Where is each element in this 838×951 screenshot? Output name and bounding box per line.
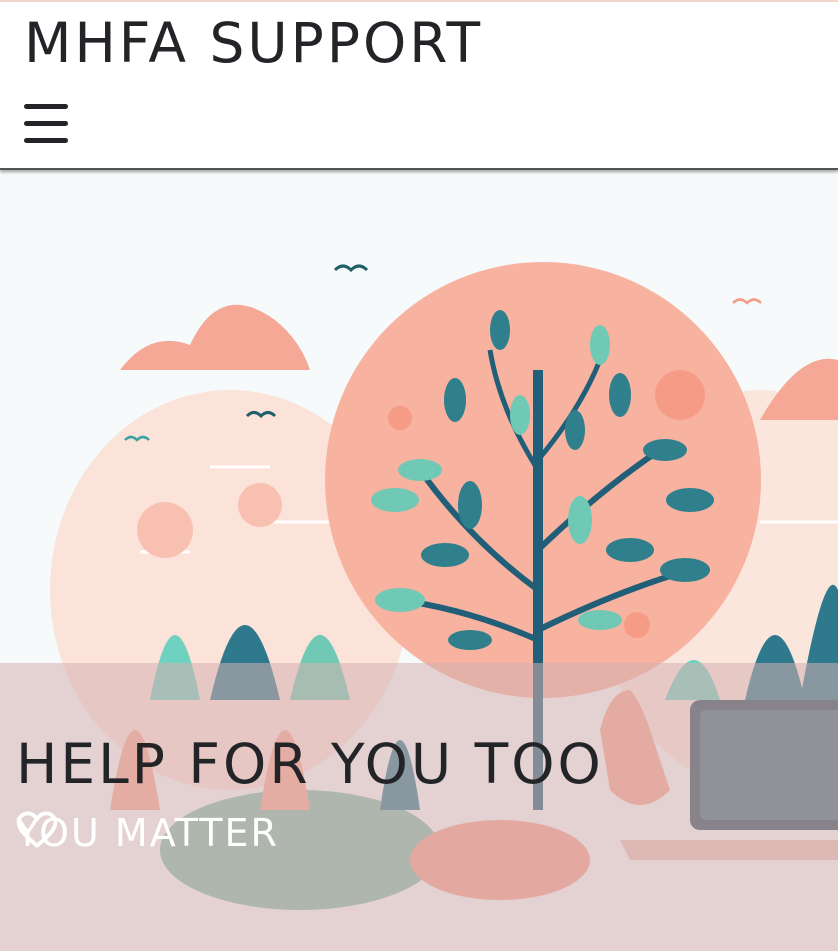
menu-bar: [24, 104, 68, 109]
site-header: MHFA SUPPORT: [0, 2, 838, 170]
hamburger-menu-icon[interactable]: [24, 104, 68, 144]
heart-outline-icon: [16, 811, 58, 848]
menu-bar: [24, 138, 68, 143]
hero-subtitle: YOU MATTER: [16, 810, 279, 856]
hero-banner: HELP FOR YOU TOO YOU MATTER: [0, 170, 838, 951]
hero-title: HELP FOR YOU TOO: [16, 732, 604, 796]
menu-bar: [24, 121, 68, 126]
site-brand[interactable]: MHFA SUPPORT: [24, 8, 483, 78]
hero-overlay: [0, 663, 838, 951]
